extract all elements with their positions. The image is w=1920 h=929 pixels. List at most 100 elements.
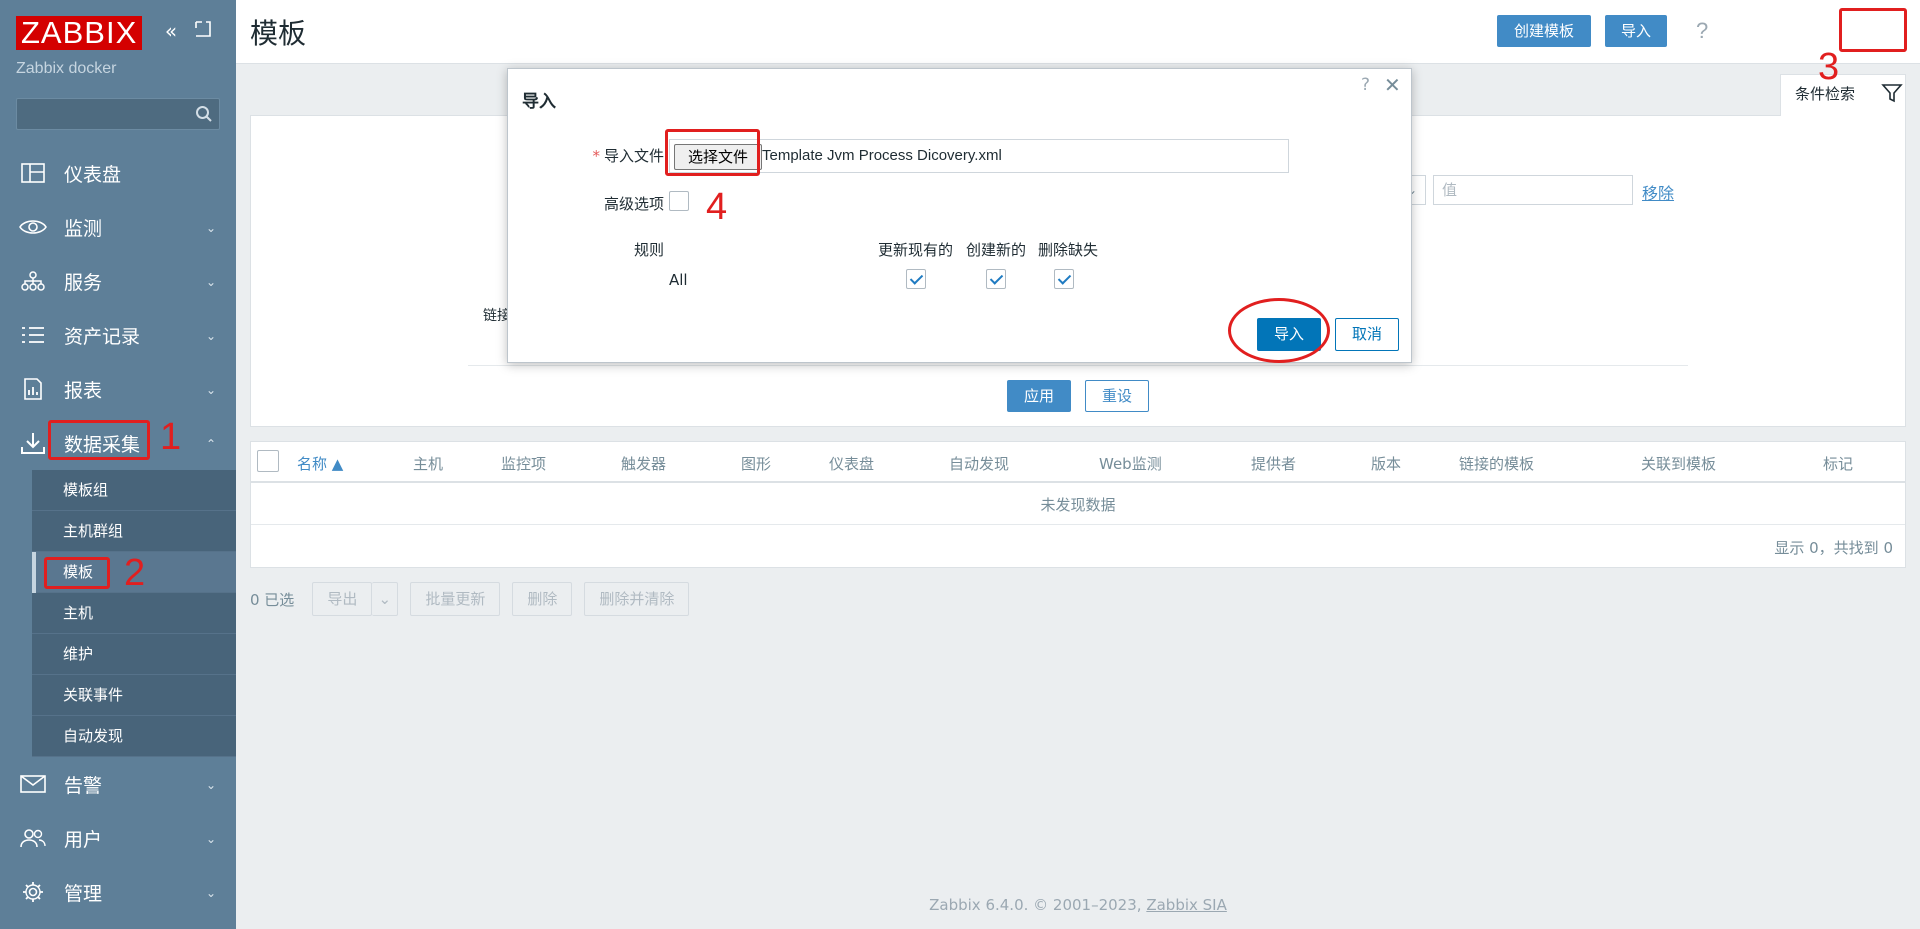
download-icon — [18, 431, 48, 455]
delete-and-clear-button[interactable]: 删除并清除 — [584, 582, 690, 616]
mass-update-button[interactable]: 批量更新 — [410, 582, 501, 616]
update-existing-checkbox[interactable] — [906, 269, 926, 289]
close-icon[interactable]: ✕ — [1384, 73, 1401, 97]
bulk-actions: 0 已选 导出 ⌄ 批量更新 删除 删除并清除 — [250, 582, 701, 616]
apply-button[interactable]: 应用 — [1007, 380, 1071, 412]
column-header-name[interactable]: 名称 ▲ — [297, 453, 343, 474]
footer-text: Zabbix 6.4.0. © 2001–2023, — [929, 896, 1142, 914]
services-icon — [18, 269, 48, 293]
page-title: 模板 — [250, 18, 307, 49]
dashboard-icon — [18, 161, 48, 185]
menu-item-monitoring[interactable]: 监测 ⌄ — [0, 200, 236, 254]
kiosk-mode-icon[interactable] — [192, 20, 214, 42]
help-icon[interactable]: ? — [1696, 18, 1708, 44]
menu-item-inventory[interactable]: 资产记录 ⌄ — [0, 308, 236, 362]
submenu-item-event-correlation[interactable]: 关联事件 — [32, 675, 236, 716]
menu-item-reports[interactable]: 报表 ⌄ — [0, 362, 236, 416]
dialog-cancel-button[interactable]: 取消 — [1335, 318, 1399, 351]
chevron-down-icon[interactable]: ⌄ — [372, 582, 399, 616]
filter-divider — [468, 365, 1688, 366]
eye-icon — [18, 215, 48, 239]
submenu-item-host-groups[interactable]: 主机群组 — [32, 511, 236, 552]
rule-row-all: All — [669, 271, 688, 289]
sidebar: ZABBIX « Zabbix docker 仪表盘 监测 ⌄ 服务 ⌄ 资产记… — [0, 0, 236, 929]
column-header-graphs: 图形 — [741, 455, 772, 473]
chevron-down-icon: ⌄ — [205, 221, 216, 235]
menu-label: 监测 — [64, 217, 103, 240]
select-all-checkbox[interactable] — [257, 450, 279, 472]
column-header-tags: 标记 — [1823, 455, 1854, 473]
filter-tab-label: 条件检索 — [1795, 85, 1856, 103]
delete-missing-checkbox[interactable] — [1054, 269, 1074, 289]
envelope-icon — [18, 772, 48, 796]
menu-label: 数据采集 — [64, 433, 141, 456]
menu-item-users[interactable]: 用户 ⌄ — [0, 811, 236, 865]
menu-item-alerts[interactable]: 告警 ⌄ — [0, 757, 236, 811]
create-new-checkbox[interactable] — [986, 269, 1006, 289]
menu-label: 服务 — [64, 271, 103, 294]
filter-icon — [1881, 84, 1903, 103]
sidebar-controls: « — [160, 20, 214, 42]
footer: Zabbix 6.4.0. © 2001–2023, Zabbix SIA — [236, 896, 1920, 914]
report-icon — [18, 377, 48, 401]
menu-label: 告警 — [64, 774, 103, 797]
menu-label: 报表 — [64, 379, 103, 402]
logo-row: ZABBIX — [16, 16, 143, 50]
advanced-options-label: 高级选项 — [603, 195, 664, 213]
create-template-button[interactable]: 创建模板 — [1497, 15, 1591, 47]
submenu-item-templates[interactable]: 模板 — [32, 552, 236, 593]
submenu-item-maintenance[interactable]: 维护 — [32, 634, 236, 675]
column-header-linked-to-templates: 关联到模板 — [1641, 455, 1717, 473]
filter-tab[interactable]: 条件检索 — [1780, 74, 1906, 116]
table-header: 名称 ▲ 主机 监控项 触发器 图形 仪表盘 自动发现 Web监测 提供者 版本… — [251, 442, 1905, 483]
selected-count: 0 已选 — [250, 590, 295, 609]
chevron-down-icon: ⌄ — [205, 275, 216, 289]
column-header-vendor: 提供者 — [1251, 455, 1297, 473]
menu-label: 用户 — [64, 828, 103, 851]
chevron-down-icon: ⌄ — [205, 832, 216, 846]
no-data-row: 未发现数据 — [251, 485, 1905, 525]
tag-value-input[interactable]: 值 — [1433, 175, 1633, 205]
chevron-down-icon: ⌄ — [205, 886, 216, 900]
sidebar-search-input[interactable] — [16, 98, 220, 130]
dialog-import-button[interactable]: 导入 — [1257, 318, 1321, 351]
import-file-label: * 导入文件 — [592, 147, 664, 165]
site-name: Zabbix docker — [16, 60, 117, 77]
column-header-items: 监控项 — [501, 455, 547, 473]
chevron-down-icon: ⌄ — [205, 329, 216, 343]
help-icon[interactable]: ? — [1361, 75, 1370, 95]
dialog-title: 导入 — [522, 92, 556, 112]
submenu-item-template-groups[interactable]: 模板组 — [32, 470, 236, 511]
submenu-item-hosts[interactable]: 主机 — [32, 593, 236, 634]
menu-item-data-collection[interactable]: 数据采集 ⌃ — [0, 416, 236, 470]
main-menu: 仪表盘 监测 ⌄ 服务 ⌄ 资产记录 ⌄ 报表 ⌄ 数据采集 ⌃ 模板组 主机群… — [0, 146, 236, 919]
import-button[interactable]: 导入 — [1605, 15, 1667, 47]
advanced-options-checkbox[interactable] — [669, 191, 689, 211]
footer-link[interactable]: Zabbix SIA — [1146, 896, 1227, 914]
paging-info: 显示 0，共找到 0 — [1774, 539, 1893, 557]
submenu-item-discovery[interactable]: 自动发现 — [32, 716, 236, 757]
gear-icon — [18, 880, 48, 904]
chevron-down-icon: ⌄ — [205, 778, 216, 792]
choose-file-button[interactable]: 选择文件 — [674, 144, 762, 170]
column-header-web: Web监测 — [1099, 455, 1162, 473]
column-header-triggers: 触发器 — [621, 455, 667, 473]
data-collection-submenu: 模板组 主机群组 模板 主机 维护 关联事件 自动发现 — [32, 470, 236, 757]
search-icon[interactable] — [195, 105, 213, 123]
rules-label: 规则 — [633, 241, 664, 259]
column-header-discovery: 自动发现 — [949, 455, 1010, 473]
remove-tag-link[interactable]: 移除 — [1642, 180, 1674, 204]
collapse-sidebar-icon[interactable]: « — [160, 20, 182, 42]
column-header-dashboards: 仪表盘 — [829, 455, 875, 473]
create-new-header: 创建新的 — [966, 241, 1027, 259]
reset-button[interactable]: 重设 — [1085, 380, 1149, 412]
zabbix-logo[interactable]: ZABBIX — [16, 16, 143, 50]
chevron-up-icon: ⌃ — [205, 437, 216, 451]
export-button[interactable]: 导出 — [312, 582, 373, 616]
menu-item-administration[interactable]: 管理 ⌄ — [0, 865, 236, 919]
column-header-hosts: 主机 — [413, 455, 444, 473]
delete-missing-header: 删除缺失 — [1038, 241, 1099, 259]
delete-button[interactable]: 删除 — [512, 582, 573, 616]
menu-item-services[interactable]: 服务 ⌄ — [0, 254, 236, 308]
menu-item-dashboard[interactable]: 仪表盘 — [0, 146, 236, 200]
